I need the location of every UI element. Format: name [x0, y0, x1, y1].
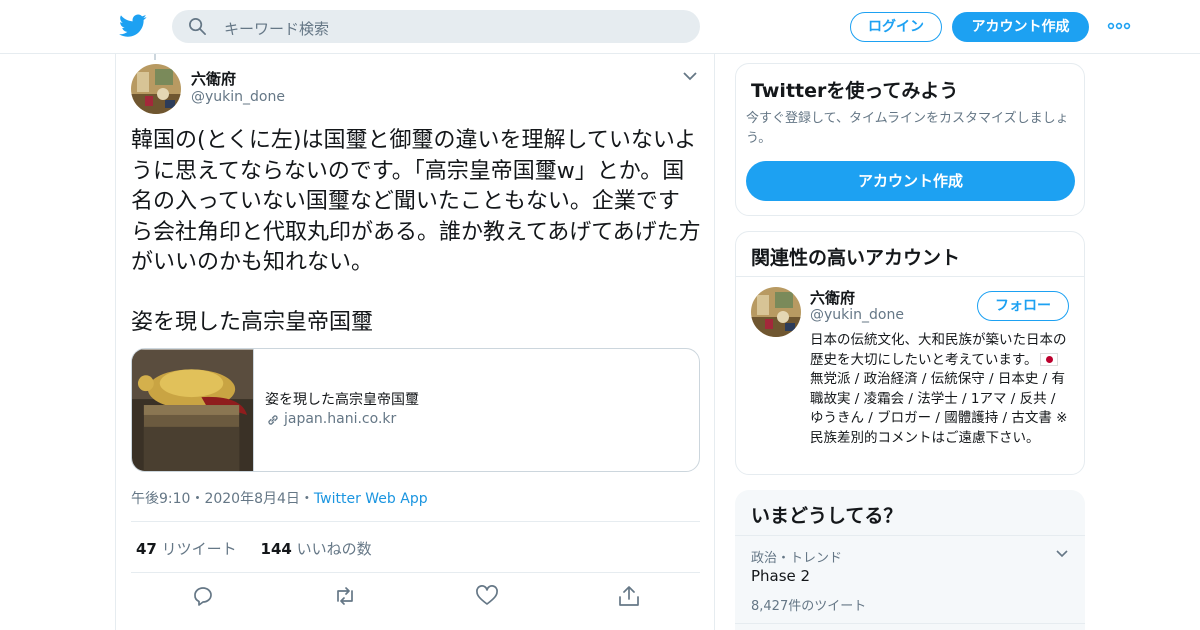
search-input[interactable]: キーワード検索: [172, 10, 700, 43]
trends-panel: いまどうしてる？ 政治・トレンド Phase 2 8,427件のツイート: [735, 490, 1085, 630]
divider: [131, 521, 700, 522]
related-accounts-panel: 関連性の高いアカウント 六衛府 @yukin_done フォロー 日本の伝統文化…: [735, 231, 1085, 475]
retweet-label[interactable]: リツイート: [162, 540, 237, 558]
create-account-button[interactable]: アカウント作成: [746, 161, 1075, 201]
tweet-text: 韓国の(とくに左)は国璽と御璽の違いを理解していないように思えてならないのです。…: [131, 128, 701, 275]
chevron-down-icon[interactable]: [682, 70, 698, 82]
retweet-icon[interactable]: [333, 585, 357, 607]
avatar[interactable]: [131, 64, 181, 114]
tweet-source[interactable]: Twitter Web App: [314, 491, 428, 507]
bio-text-rest: 無党派 / 政治経済 / 伝統保守 / 日本史 / 有職故実 / 凌霜会 / 法…: [810, 371, 1068, 446]
trends-title: いまどうしてる？: [751, 505, 903, 527]
avatar[interactable]: [751, 287, 801, 337]
related-account-name[interactable]: 六衛府: [810, 287, 855, 308]
signup-button[interactable]: アカウント作成: [952, 12, 1089, 42]
card-title[interactable]: 姿を現した高宗皇帝国璽: [265, 389, 419, 409]
signup-panel-subtitle: 今すぐ登録して、タイムラインをカスタマイズしましょう。: [746, 111, 1069, 146]
thread-connector: [154, 54, 156, 60]
divider: [735, 623, 1085, 624]
signup-panel: Twitterを使ってみよう 今すぐ登録して、タイムラインをカスタマイズしましょ…: [735, 63, 1085, 216]
author-handle[interactable]: @yukin_done: [191, 89, 285, 105]
twitter-bird-icon[interactable]: [119, 13, 147, 39]
related-account-bio: 日本の伝統文化、大和民族が築いた日本の歴史を大切にしたいと考えています。無党派 …: [810, 331, 1072, 448]
tweet-date[interactable]: 2020年8月4日: [204, 491, 299, 507]
chevron-down-icon[interactable]: [1055, 549, 1069, 559]
japan-flag-icon: [1040, 352, 1059, 366]
tweet-timestamp: 午後9:10・2020年8月4日・Twitter Web App: [131, 491, 428, 507]
tweet-detail: 六衛府 @yukin_done 韓国の(とくに左)は国璽と御璽の違いを理解してい…: [115, 54, 715, 630]
search-icon: [189, 18, 206, 35]
like-label[interactable]: いいねの数: [297, 540, 372, 558]
like-count[interactable]: 144: [261, 540, 292, 558]
share-icon[interactable]: [617, 585, 641, 607]
tweet-text-second: 姿を現した高宗皇帝国璽: [131, 310, 374, 335]
search-placeholder: キーワード検索: [224, 20, 330, 38]
card-domain: japan.hani.co.kr: [284, 411, 397, 427]
trend-tweet-count: 8,427件のツイート: [751, 599, 867, 614]
trend-category: 政治・トレンド: [751, 551, 843, 566]
login-button[interactable]: ログイン: [850, 12, 942, 42]
retweet-count[interactable]: 47: [136, 540, 157, 558]
author-name[interactable]: 六衛府: [191, 68, 236, 89]
related-accounts-title: 関連性の高いアカウント: [751, 247, 961, 269]
divider: [131, 572, 700, 573]
follow-button[interactable]: フォロー: [977, 291, 1069, 321]
divider: [735, 535, 1085, 536]
heart-icon[interactable]: [475, 585, 499, 607]
top-nav: キーワード検索 ログイン アカウント作成: [0, 0, 1200, 54]
link-card[interactable]: 姿を現した高宗皇帝国璽 japan.hani.co.kr: [131, 348, 700, 472]
link-icon: [268, 415, 278, 425]
bio-text: 日本の伝統文化、大和民族が築いた日本の歴史を大切にしたいと考えています。: [810, 332, 1067, 368]
divider: [736, 276, 1084, 277]
tweet-stats: 47 リツイート 144 いいねの数: [136, 538, 372, 559]
card-thumbnail: [132, 349, 254, 471]
trend-name[interactable]: Phase 2: [751, 567, 810, 585]
more-icon[interactable]: [1107, 20, 1131, 32]
tweet-time[interactable]: 午後9:10: [131, 491, 190, 507]
related-account-handle[interactable]: @yukin_done: [810, 307, 904, 323]
reply-icon[interactable]: [191, 585, 215, 607]
signup-panel-title: Twitterを使ってみよう: [751, 80, 959, 102]
